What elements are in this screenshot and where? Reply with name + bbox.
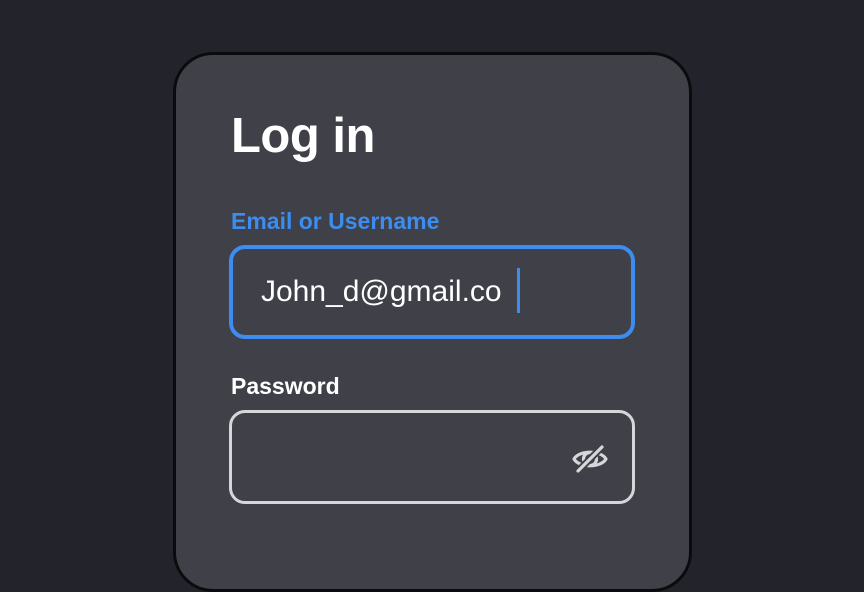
email-label: Email or Username bbox=[231, 208, 440, 234]
email-field[interactable]: John_d@gmail.co bbox=[229, 245, 635, 339]
page-title: Log in bbox=[231, 109, 375, 163]
password-field[interactable] bbox=[229, 410, 635, 504]
password-label: Password bbox=[231, 373, 340, 399]
email-value: John_d@gmail.co bbox=[261, 275, 502, 308]
eye-off-icon[interactable] bbox=[570, 439, 610, 479]
text-cursor bbox=[517, 268, 520, 313]
